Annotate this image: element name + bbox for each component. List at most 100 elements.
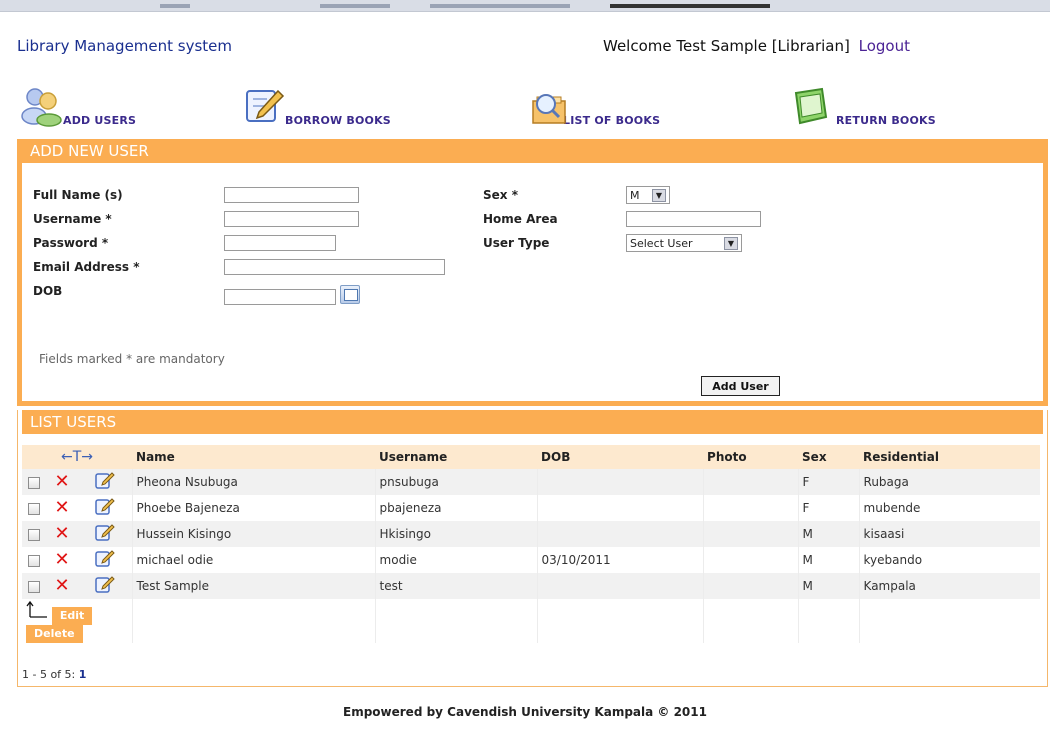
- cell-dob: [536, 573, 704, 599]
- user-type-value: Select User: [630, 236, 693, 250]
- cell-photo: [702, 521, 799, 547]
- app-title: Library Management system: [17, 37, 233, 55]
- column-sort-control[interactable]: ←T→: [22, 445, 133, 469]
- welcome-area: Welcome Test Sample [Librarian] Logout: [603, 37, 910, 55]
- cell-username: test: [374, 573, 538, 599]
- strip-fragment: [160, 4, 190, 8]
- add-user-panel: ADD NEW USER Full Name (s) Username * Pa…: [17, 139, 1048, 406]
- nav-label: RETURN BOOKS: [836, 114, 936, 127]
- calendar-icon[interactable]: [340, 285, 360, 304]
- cell-photo: [702, 469, 799, 495]
- select-all-arrow-icon: [26, 600, 47, 618]
- dob-input[interactable]: [224, 289, 336, 305]
- nav-list-of-books[interactable]: LIST OF BOOKS: [529, 86, 660, 130]
- cell-dob: [536, 495, 704, 521]
- mandatory-note: Fields marked * are mandatory: [39, 352, 225, 366]
- table-row: ✕ Test Sample test M Kampala: [22, 573, 1041, 599]
- username-input[interactable]: [224, 211, 359, 227]
- sex-label: Sex *: [483, 188, 518, 202]
- cell-name: Hussein Kisingo: [131, 521, 376, 547]
- cell-residential: Kampala: [858, 573, 1041, 599]
- user-type-select[interactable]: Select User ▼: [626, 234, 742, 252]
- cell-dob: [536, 469, 704, 495]
- green-book-icon: [792, 87, 832, 130]
- cell-residential: Rubaga: [858, 469, 1041, 495]
- cell-photo: [702, 495, 799, 521]
- table-row: ✕ Pheona Nsubuga pnsubuga F Rubaga: [22, 469, 1041, 495]
- row-checkbox[interactable]: [28, 580, 40, 593]
- nav-return-books[interactable]: RETURN BOOKS: [792, 86, 936, 130]
- table-row: ✕ michael odie modie 03/10/2011 M kyeban…: [22, 547, 1041, 573]
- cell-name: michael odie: [131, 547, 376, 573]
- fullname-label: Full Name (s): [33, 188, 123, 202]
- cell-sex: M: [797, 547, 860, 573]
- nav-add-users[interactable]: ADD USERS: [21, 86, 136, 130]
- cell-residential: kisaasi: [858, 521, 1041, 547]
- delete-button[interactable]: Delete: [26, 624, 83, 643]
- edit-button[interactable]: Edit: [51, 606, 93, 625]
- cell-username: pnsubuga: [374, 469, 538, 495]
- cell-name: Test Sample: [131, 573, 376, 599]
- edit-icon[interactable]: [95, 471, 115, 493]
- panel-title: ADD NEW USER: [22, 139, 1043, 163]
- user-type-label: User Type: [483, 236, 550, 250]
- cell-photo: [702, 547, 799, 573]
- password-input[interactable]: [224, 235, 336, 251]
- nav-label: LIST OF BOOKS: [563, 114, 661, 127]
- password-label: Password *: [33, 236, 109, 250]
- nav-borrow-books[interactable]: BORROW BOOKS: [245, 86, 391, 130]
- row-checkbox[interactable]: [28, 528, 40, 541]
- column-header-residential[interactable]: Residential: [859, 445, 1041, 469]
- pencil-edit-icon: [245, 87, 285, 130]
- email-label: Email Address *: [33, 260, 140, 274]
- browser-top-strip: [0, 0, 1050, 12]
- cell-sex: F: [797, 469, 860, 495]
- cell-residential: mubende: [858, 495, 1041, 521]
- delete-icon[interactable]: ✕: [54, 549, 69, 570]
- delete-icon[interactable]: ✕: [54, 471, 69, 492]
- column-header-name[interactable]: Name: [132, 445, 376, 469]
- cell-name: Phoebe Bajeneza: [131, 495, 376, 521]
- table-row: ✕ Phoebe Bajeneza pbajeneza F mubende: [22, 495, 1041, 521]
- table-row: ✕ Hussein Kisingo Hkisingo M kisaasi: [22, 521, 1041, 547]
- username-label: Username *: [33, 212, 112, 226]
- column-header-photo[interactable]: Photo: [703, 445, 799, 469]
- strip-fragment: [610, 4, 770, 8]
- add-user-button[interactable]: Add User: [701, 376, 780, 396]
- cell-username: modie: [374, 547, 538, 573]
- footer-credit: Empowered by Cavendish University Kampal…: [343, 705, 707, 719]
- delete-icon[interactable]: ✕: [54, 523, 69, 544]
- column-header-sex[interactable]: Sex: [798, 445, 860, 469]
- table-footer-row: Edit Delete: [22, 599, 1041, 643]
- cell-photo: [702, 573, 799, 599]
- chevron-down-icon: ▼: [652, 188, 666, 202]
- welcome-text: Welcome Test Sample [Librarian]: [603, 37, 850, 55]
- delete-icon[interactable]: ✕: [54, 497, 69, 518]
- home-area-input[interactable]: [626, 211, 761, 227]
- edit-icon[interactable]: [95, 549, 115, 571]
- page-link[interactable]: 1: [79, 668, 87, 681]
- column-header-username[interactable]: Username: [375, 445, 538, 469]
- edit-icon[interactable]: [95, 523, 115, 545]
- users-icon: [21, 87, 63, 130]
- row-checkbox[interactable]: [28, 502, 40, 515]
- delete-icon[interactable]: ✕: [54, 575, 69, 596]
- strip-fragment: [430, 4, 570, 8]
- edit-icon[interactable]: [95, 575, 115, 597]
- logout-link[interactable]: Logout: [859, 37, 910, 55]
- row-checkbox[interactable]: [28, 554, 40, 567]
- edit-icon[interactable]: [95, 497, 115, 519]
- magnifier-book-icon: [529, 87, 569, 130]
- users-table: ←T→ Name Username DOB Photo Sex Resident…: [22, 445, 1041, 643]
- home-area-label: Home Area: [483, 212, 558, 226]
- email-input[interactable]: [224, 259, 445, 275]
- pagination: 1 - 5 of 5: 1: [22, 668, 86, 681]
- cell-sex: M: [797, 573, 860, 599]
- fullname-input[interactable]: [224, 187, 359, 203]
- dob-label: DOB: [33, 284, 63, 298]
- list-users-panel: LIST USERS ←T→ Name Username DOB Photo S…: [17, 410, 1048, 687]
- row-checkbox[interactable]: [28, 476, 40, 489]
- column-header-dob[interactable]: DOB: [537, 445, 704, 469]
- sex-select[interactable]: M ▼: [626, 186, 670, 204]
- cell-username: Hkisingo: [374, 521, 538, 547]
